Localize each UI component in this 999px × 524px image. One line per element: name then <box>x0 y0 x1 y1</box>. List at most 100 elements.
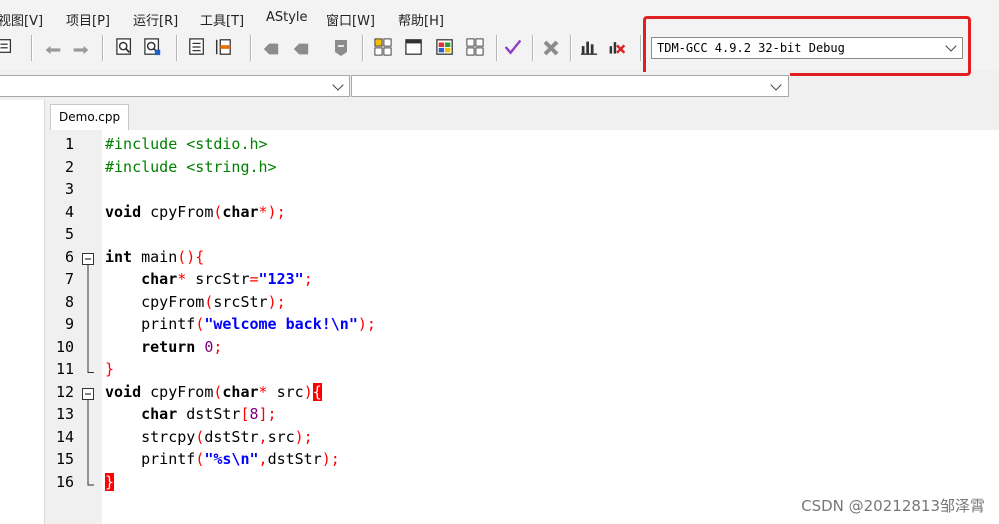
code-token: cpyFrom <box>141 202 214 221</box>
member-scope-select[interactable] <box>351 75 789 97</box>
code-editor[interactable]: 1 2 3 4 5 6 7 8 9 10 11 12 13 14 15 16 #include <stdio.… <box>46 130 999 524</box>
chevron-down-icon <box>770 79 782 91</box>
watermark: CSDN @20212813邹泽霄 <box>801 497 985 515</box>
code-token: } <box>105 360 115 378</box>
chevron-down-icon <box>332 79 344 91</box>
fold-toggle-icon[interactable] <box>82 387 94 400</box>
next-bookmark-icon[interactable] <box>292 40 310 58</box>
syntax-check-icon[interactable] <box>504 38 522 56</box>
code-token: strcpy <box>105 427 196 446</box>
new-project-icon[interactable] <box>374 38 392 56</box>
code-token: ( <box>195 315 205 333</box>
undo-icon[interactable] <box>44 41 62 59</box>
code-token: dstStr <box>177 405 241 423</box>
menu-item[interactable]: AStyle <box>266 10 308 25</box>
highlight-annotation <box>643 16 971 76</box>
code-token: , <box>258 427 268 446</box>
indent-icon[interactable] <box>214 38 232 56</box>
replace-icon[interactable] <box>144 38 162 56</box>
code-token: ); <box>321 450 340 468</box>
code-token: char <box>222 202 259 221</box>
line-number: 1 <box>64 135 74 153</box>
goto-line-icon[interactable] <box>188 38 206 56</box>
code-line: printf("welcome back!\n"); <box>105 315 376 333</box>
line-number-gutter: 1 2 3 4 5 6 7 8 9 10 11 12 13 14 15 16 <box>46 130 102 524</box>
code-token: , <box>258 450 268 468</box>
menu-item[interactable]: 项目[P] <box>66 10 110 29</box>
class-scope-select[interactable] <box>0 75 350 97</box>
tab-strip: Demo.cpp <box>46 100 999 131</box>
scope-bar <box>0 72 790 100</box>
menu-item[interactable]: 运行[R] <box>133 10 178 29</box>
layout-icon[interactable] <box>466 38 484 56</box>
line-number: 5 <box>64 225 74 243</box>
code-line: void cpyFrom(char* src){ <box>105 382 322 401</box>
line-number: 3 <box>64 180 74 198</box>
code-token: ) <box>303 382 313 401</box>
menu-item[interactable]: 工具[T] <box>200 10 244 29</box>
code-line: printf("%s\n",dstStr); <box>105 450 340 468</box>
print-icon[interactable] <box>0 37 14 55</box>
code-token: printf <box>105 450 196 468</box>
code-token: { <box>312 382 322 401</box>
code-token: = <box>249 270 259 288</box>
code-line: int main(){ <box>105 248 204 266</box>
code-token: #include <stdio.h> <box>105 135 268 153</box>
code-token: (){ <box>177 247 205 266</box>
code-token: srcStr <box>186 270 250 288</box>
code-token: ( <box>195 450 205 468</box>
line-number: 2 <box>64 157 74 176</box>
code-line: cpyFrom(srcStr); <box>105 293 286 311</box>
code-token: *); <box>258 202 286 221</box>
project-panel <box>0 100 45 524</box>
menu-item[interactable]: 窗口[W] <box>326 10 375 29</box>
stop-execution-icon[interactable] <box>542 39 560 57</box>
toolbar-separator <box>496 35 497 61</box>
code-token: ]; <box>258 405 277 423</box>
code-token: void <box>105 382 142 401</box>
window-icon[interactable] <box>405 38 423 56</box>
fold-guide <box>87 399 94 485</box>
toolbar-separator <box>31 35 32 61</box>
line-number: 13 <box>55 405 74 423</box>
menu-item[interactable]: 帮助[H] <box>398 10 444 29</box>
code-line: return 0; <box>105 338 222 356</box>
code-line: strcpy(dstStr,src); <box>105 428 313 446</box>
line-number: 16 <box>55 472 74 491</box>
tab-demo-cpp[interactable]: Demo.cpp <box>50 104 130 131</box>
code-token: "%s\n" <box>204 450 259 468</box>
code-line: char* srcStr="123"; <box>105 270 313 288</box>
code-token: ( <box>195 427 205 446</box>
code-token: return <box>141 337 196 356</box>
fold-guide <box>87 264 94 373</box>
code-token: dstStr <box>267 450 322 468</box>
code-token: "welcome back!\n" <box>204 315 358 333</box>
line-number: 4 <box>64 202 74 221</box>
prev-bookmark-icon[interactable] <box>262 40 280 58</box>
code-token: ; <box>213 337 223 356</box>
find-icon[interactable] <box>116 38 134 56</box>
fold-toggle-icon[interactable] <box>82 252 94 265</box>
redo-icon[interactable] <box>72 41 90 59</box>
code-token: ); <box>294 427 313 446</box>
menu-item[interactable]: 视图[V] <box>0 10 43 29</box>
toolbar-separator <box>176 35 177 61</box>
code-line: char dstStr[8]; <box>105 405 277 423</box>
line-number: 15 <box>55 450 74 468</box>
class-browser-icon[interactable] <box>436 38 454 56</box>
code-token: src <box>267 382 304 401</box>
toolbar-separator <box>102 35 103 61</box>
toolbar-separator <box>570 35 571 61</box>
profile-analysis-icon[interactable] <box>580 38 598 56</box>
code-line: #include <string.h> <box>105 158 277 176</box>
delete-profile-icon[interactable] <box>608 38 626 56</box>
line-number: 12 <box>55 382 74 401</box>
line-number: 10 <box>55 337 74 356</box>
code-token: cpyFrom <box>141 382 214 401</box>
code-token: } <box>105 472 115 491</box>
toggle-bookmark-icon[interactable] <box>332 39 350 57</box>
line-number: 14 <box>55 427 74 446</box>
